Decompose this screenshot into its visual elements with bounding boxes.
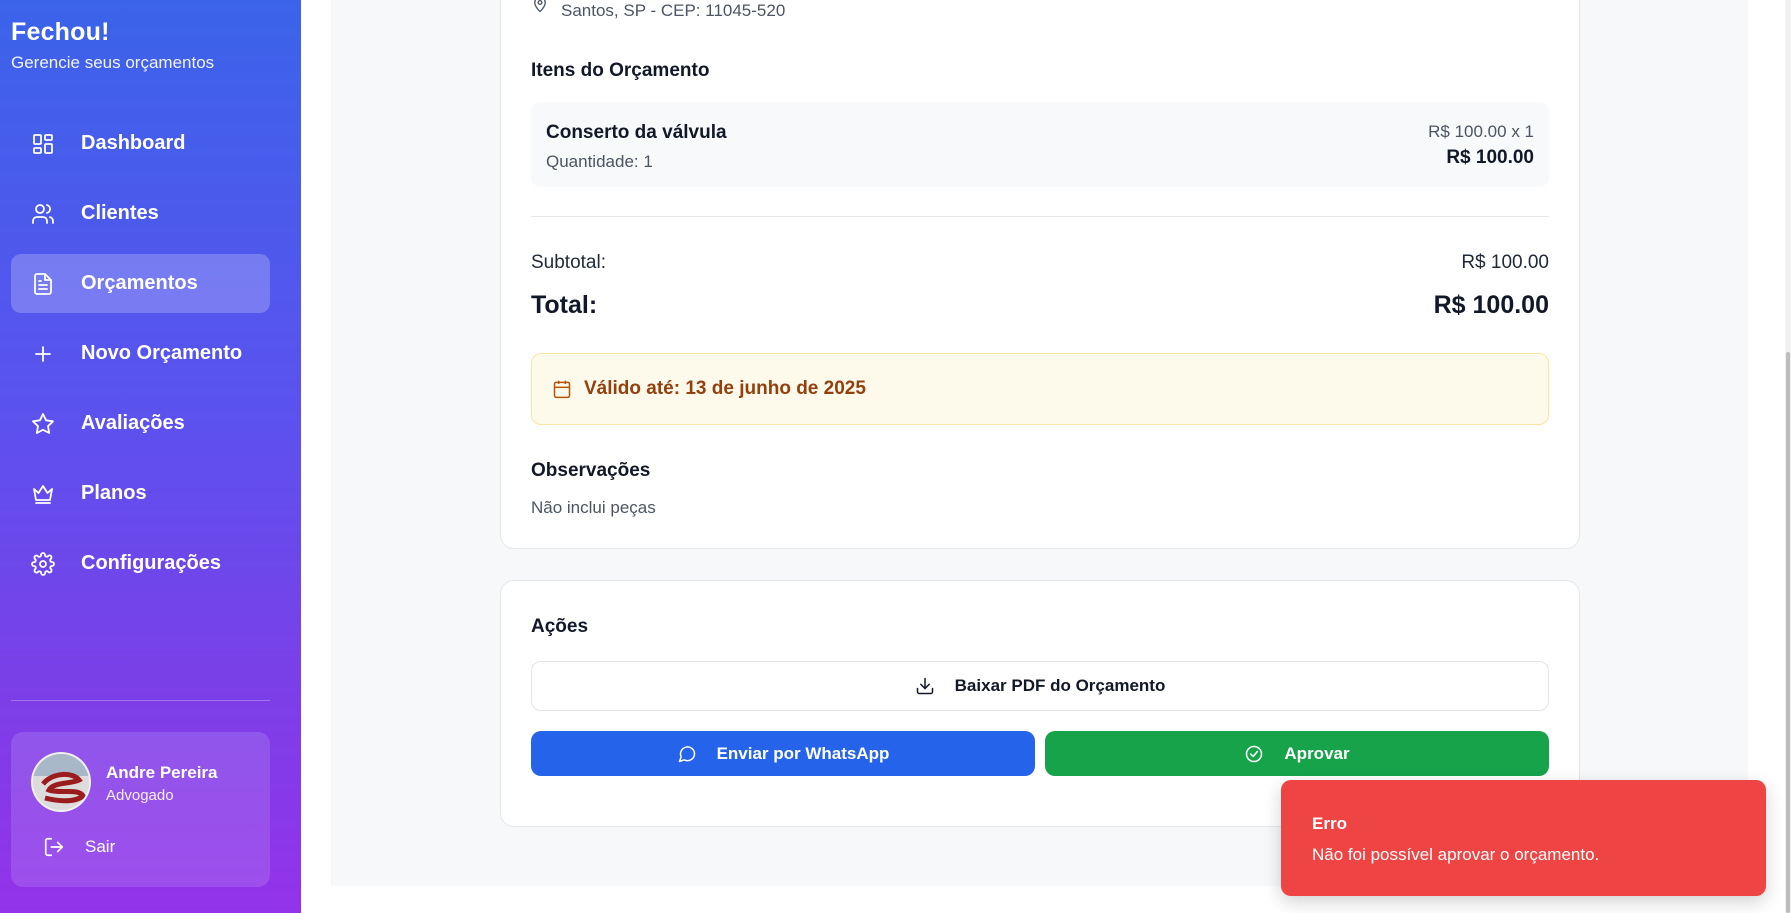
whatsapp-button[interactable]: Enviar por WhatsApp — [531, 731, 1035, 776]
user-name: Andre Pereira — [106, 763, 218, 782]
user-card: Andre Pereira Advogado Sair — [11, 732, 270, 887]
actions-title: Ações — [531, 616, 589, 637]
subtotal-label: Subtotal: — [531, 252, 606, 273]
sidebar-item-label: Clientes — [81, 202, 159, 224]
app-subtitle: Gerencie seus orçamentos — [11, 53, 215, 72]
users-icon — [30, 201, 56, 227]
sidebar-item-label: Configurações — [81, 552, 222, 574]
download-icon — [916, 677, 933, 695]
sidebar-item-clientes[interactable]: Clientes — [11, 184, 270, 243]
scrollbar-thumb[interactable] — [1786, 352, 1790, 913]
star-icon — [30, 411, 56, 437]
address-text: Santos, SP - CEP: 11045-520 — [561, 1, 786, 20]
total-row: Total: R$ 100.00 — [531, 291, 1549, 320]
quote-details-card: Santos, SP - CEP: 11045-520 Itens do Orç… — [500, 0, 1580, 549]
user-role: Advogado — [106, 787, 174, 804]
validity-text: Válido até: 13 de junho de 2025 — [584, 378, 866, 399]
dashboard-icon — [30, 131, 56, 157]
download-pdf-button[interactable]: Baixar PDF do Orçamento — [531, 661, 1549, 711]
divider — [531, 216, 1549, 217]
toast-title: Erro — [1312, 814, 1347, 833]
sidebar-item-dashboard[interactable]: Dashboard — [11, 114, 270, 173]
items-section-title: Itens do Orçamento — [531, 60, 710, 81]
total-value: R$ 100.00 — [1433, 291, 1549, 319]
sidebar: Fechou! Gerencie seus orçamentos Dashboa… — [0, 0, 301, 913]
sidebar-item-novo-orcamento[interactable]: Novo Orçamento — [11, 324, 270, 383]
sidebar-divider — [11, 700, 270, 701]
approve-button[interactable]: Aprovar — [1045, 731, 1549, 776]
validity-banner: Válido até: 13 de junho de 2025 — [531, 353, 1549, 425]
brand: Fechou! Gerencie seus orçamentos — [11, 18, 214, 73]
download-pdf-label: Baixar PDF do Orçamento — [954, 676, 1166, 695]
total-label: Total: — [531, 291, 598, 319]
approve-label: Aprovar — [1284, 743, 1350, 763]
subtotal-row: Subtotal: R$ 100.00 — [531, 252, 1549, 274]
calendar-icon — [553, 380, 571, 399]
item-total: R$ 100.00 — [1446, 147, 1534, 168]
sidebar-item-label: Avaliações — [81, 412, 185, 434]
toast-message: Não foi possível aprovar o orçamento. — [1312, 845, 1600, 864]
document-icon — [30, 271, 56, 297]
subtotal-value: R$ 100.00 — [1461, 252, 1549, 273]
sidebar-item-label: Orçamentos — [81, 272, 198, 294]
sidebar-item-orcamentos[interactable]: Orçamentos — [11, 254, 270, 313]
list-item: Conserto da válvula Quantidade: 1 R$ 100… — [531, 102, 1549, 187]
whatsapp-label: Enviar por WhatsApp — [716, 743, 890, 763]
message-circle-icon — [678, 745, 695, 762]
error-toast[interactable]: Erro Não foi possível aprovar o orçament… — [1281, 780, 1766, 896]
notes-text: Não inclui peças — [531, 498, 656, 517]
sidebar-item-label: Planos — [81, 482, 147, 504]
notes-title: Observações — [531, 460, 651, 481]
sidebar-item-configuracoes[interactable]: Configurações — [11, 534, 270, 593]
sidebar-item-label: Novo Orçamento — [81, 342, 243, 364]
sidebar-item-label: Dashboard — [81, 132, 186, 154]
logout-label: Sair — [85, 837, 116, 856]
logout-icon — [44, 837, 64, 857]
item-unit-price: R$ 100.00 x 1 — [1428, 122, 1534, 141]
gear-icon — [30, 551, 56, 577]
sidebar-item-avaliacoes[interactable]: Avaliações — [11, 394, 270, 453]
client-address: Santos, SP - CEP: 11045-520 — [531, 0, 1549, 21]
check-circle-icon — [1246, 745, 1263, 762]
app-title: Fechou! — [11, 18, 110, 46]
map-pin-icon — [534, 0, 546, 13]
logout-button[interactable]: Sair — [43, 836, 115, 858]
crown-icon — [30, 481, 56, 507]
sidebar-item-planos[interactable]: Planos — [11, 464, 270, 523]
item-name: Conserto da válvula — [546, 122, 727, 143]
item-quantity: Quantidade: 1 — [546, 152, 653, 171]
avatar[interactable] — [31, 752, 91, 812]
sidebar-nav: Dashboard Clientes Orçamentos Novo Orçam… — [11, 114, 270, 604]
plus-icon — [30, 341, 56, 367]
